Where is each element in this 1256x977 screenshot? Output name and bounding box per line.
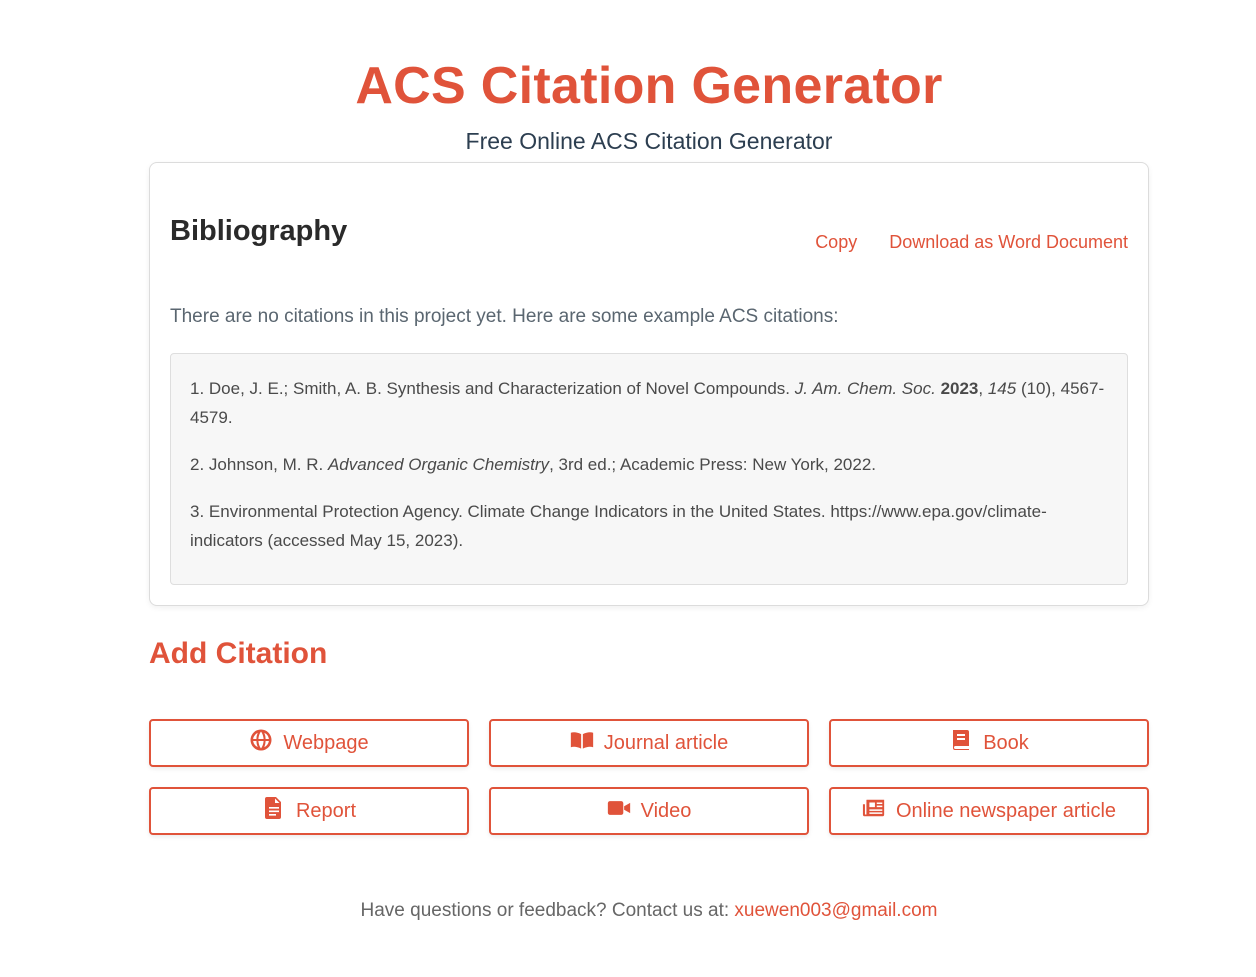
add-citation-heading: Add Citation <box>149 637 328 670</box>
report-label: Report <box>295 799 357 822</box>
citation-text: Environmental Protection Agency. Climate… <box>190 502 1047 550</box>
example-citations: 1. Doe, J. E.; Smith, A. B. Synthesis an… <box>170 353 1128 585</box>
citation-authors: Johnson, M. R. <box>208 455 328 474</box>
video-label: Video <box>640 799 692 822</box>
online-newspaper-article-label: Online newspaper article <box>895 799 1117 822</box>
footer-text: Have questions or feedback? Contact us a… <box>360 900 735 921</box>
citation-volume: 145 <box>987 379 1017 398</box>
example-citation-2: 2. Johnson, M. R. Advanced Organic Chemi… <box>190 450 1108 479</box>
journal-article-label: Journal article <box>603 731 729 754</box>
bibliography-heading: Bibliography <box>170 215 348 247</box>
citation-year: 2023 <box>940 379 979 398</box>
globe-icon <box>249 728 273 758</box>
open-book-icon <box>570 728 594 758</box>
citation-number: 2. <box>190 455 209 474</box>
bibliography-actions: Copy Download as Word Document <box>815 232 1128 253</box>
copy-button[interactable]: Copy <box>815 232 857 253</box>
book-button[interactable]: Book <box>829 719 1149 767</box>
citation-book-title: Advanced Organic Chemistry <box>327 455 550 474</box>
example-citation-1: 1. Doe, J. E.; Smith, A. B. Synthesis an… <box>190 379 1105 427</box>
online-newspaper-article-button[interactable]: Online newspaper article <box>829 787 1149 835</box>
citation-authors: Doe, J. E.; Smith, A. B. Synthesis and C… <box>208 379 795 398</box>
citation-publisher: , 3rd ed.; Academic Press: New York, 202… <box>549 455 877 474</box>
download-word-button[interactable]: Download as Word Document <box>889 232 1128 253</box>
contact-email-link[interactable]: xuewen003@gmail.com <box>734 900 937 921</box>
video-camera-icon <box>607 796 631 826</box>
citation-type-buttons: Webpage Journal article Book Report Vide… <box>149 719 1149 835</box>
webpage-button[interactable]: Webpage <box>149 719 469 767</box>
citation-number: 3. <box>190 502 209 521</box>
webpage-label: Webpage <box>283 731 369 754</box>
book-label: Book <box>983 731 1029 754</box>
book-icon <box>949 728 973 758</box>
citation-number: 1. <box>190 379 209 398</box>
newspaper-icon <box>862 796 886 826</box>
file-icon <box>262 796 286 826</box>
bibliography-card: Bibliography Copy Download as Word Docum… <box>149 162 1149 606</box>
video-button[interactable]: Video <box>489 787 809 835</box>
page-title: ACS Citation Generator <box>355 57 943 115</box>
example-citation-3: 3. Environmental Protection Agency. Clim… <box>190 497 1108 555</box>
footer: Have questions or feedback? Contact us a… <box>0 900 1256 922</box>
journal-article-button[interactable]: Journal article <box>489 719 809 767</box>
empty-message: There are no citations in this project y… <box>170 306 839 327</box>
citation-journal: J. Am. Chem. Soc. <box>794 379 936 398</box>
report-button[interactable]: Report <box>149 787 469 835</box>
page-subtitle: Free Online ACS Citation Generator <box>465 128 833 154</box>
